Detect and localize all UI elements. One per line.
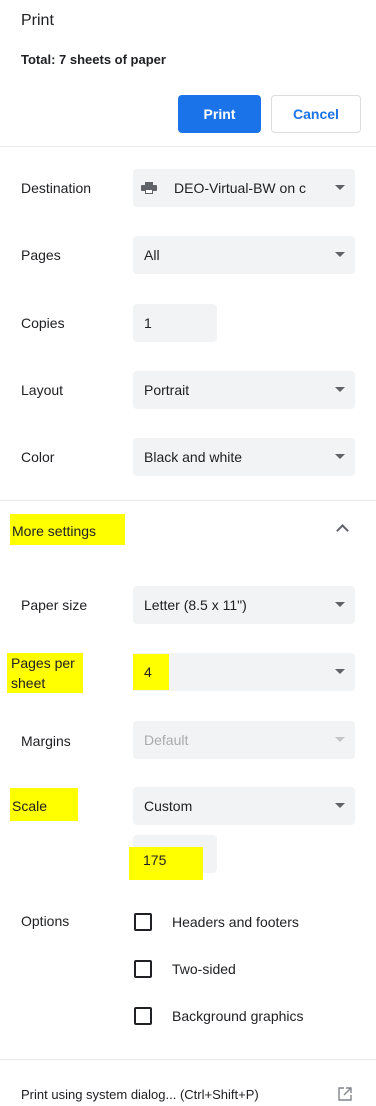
color-value: Black and white	[144, 449, 243, 465]
print-button[interactable]: Print	[178, 95, 261, 133]
paper-size-label: Paper size	[21, 597, 88, 613]
system-dialog-link[interactable]: Print using system dialog... (Ctrl+Shift…	[21, 1087, 259, 1102]
margins-select: Default	[133, 721, 355, 759]
chevron-up-icon[interactable]	[336, 524, 349, 537]
paper-size-value: Letter (8.5 x 11")	[144, 597, 247, 613]
dropdown-arrow-icon	[335, 669, 345, 674]
pages-per-sheet-label-line1: Pages per	[11, 655, 75, 671]
layout-value: Portrait	[144, 382, 190, 398]
print-title: Print	[21, 12, 54, 29]
color-select[interactable]: Black and white	[133, 438, 355, 476]
layout-label: Layout	[21, 382, 64, 398]
copies-label: Copies	[21, 315, 65, 331]
pages-per-sheet-select[interactable]: 4	[133, 653, 355, 691]
destination-select[interactable]: DEO-Virtual-BW on c	[133, 169, 355, 207]
destination-value: DEO-Virtual-BW on c	[174, 180, 306, 196]
printer-icon	[141, 182, 157, 194]
background-graphics-label[interactable]: Background graphics	[172, 1008, 304, 1024]
headers-footers-checkbox[interactable]	[134, 913, 152, 931]
divider	[0, 500, 376, 501]
external-link-icon[interactable]	[338, 1087, 352, 1101]
background-graphics-checkbox[interactable]	[134, 1007, 152, 1025]
dropdown-arrow-icon	[335, 602, 345, 607]
color-label: Color	[21, 449, 55, 465]
pages-value: All	[144, 247, 160, 263]
pages-per-sheet-value: 4	[144, 664, 152, 680]
sheet-total: Total: 7 sheets of paper	[21, 52, 166, 67]
pages-label: Pages	[21, 247, 61, 263]
divider	[0, 146, 376, 147]
two-sided-checkbox[interactable]	[134, 960, 152, 978]
divider	[0, 1059, 376, 1060]
scale-label: Scale	[12, 798, 48, 814]
dropdown-arrow-icon	[335, 252, 345, 257]
options-label: Options	[21, 913, 70, 929]
scale-select[interactable]: Custom	[133, 787, 355, 825]
margins-label: Margins	[21, 733, 71, 749]
two-sided-label[interactable]: Two-sided	[172, 961, 236, 977]
copies-input[interactable]: 1	[133, 304, 217, 342]
scale-value: Custom	[144, 798, 193, 814]
cancel-button[interactable]: Cancel	[271, 95, 361, 133]
destination-label: Destination	[21, 180, 92, 196]
margins-value: Default	[144, 732, 189, 748]
dropdown-arrow-icon	[335, 387, 345, 392]
pages-select[interactable]: All	[133, 236, 355, 274]
dropdown-arrow-icon	[335, 185, 345, 190]
dropdown-arrow-icon	[335, 737, 345, 742]
dropdown-arrow-icon	[335, 454, 345, 459]
pages-per-sheet-label-line2: sheet	[11, 675, 46, 691]
paper-size-select[interactable]: Letter (8.5 x 11")	[133, 586, 355, 624]
layout-select[interactable]: Portrait	[133, 371, 355, 409]
scale-custom-value[interactable]: 175	[143, 852, 166, 868]
pages-per-sheet-label: Pages per sheet	[11, 653, 75, 693]
dropdown-arrow-icon	[335, 803, 345, 808]
headers-footers-label[interactable]: Headers and footers	[172, 914, 299, 930]
more-settings-toggle[interactable]: More settings	[12, 523, 96, 539]
